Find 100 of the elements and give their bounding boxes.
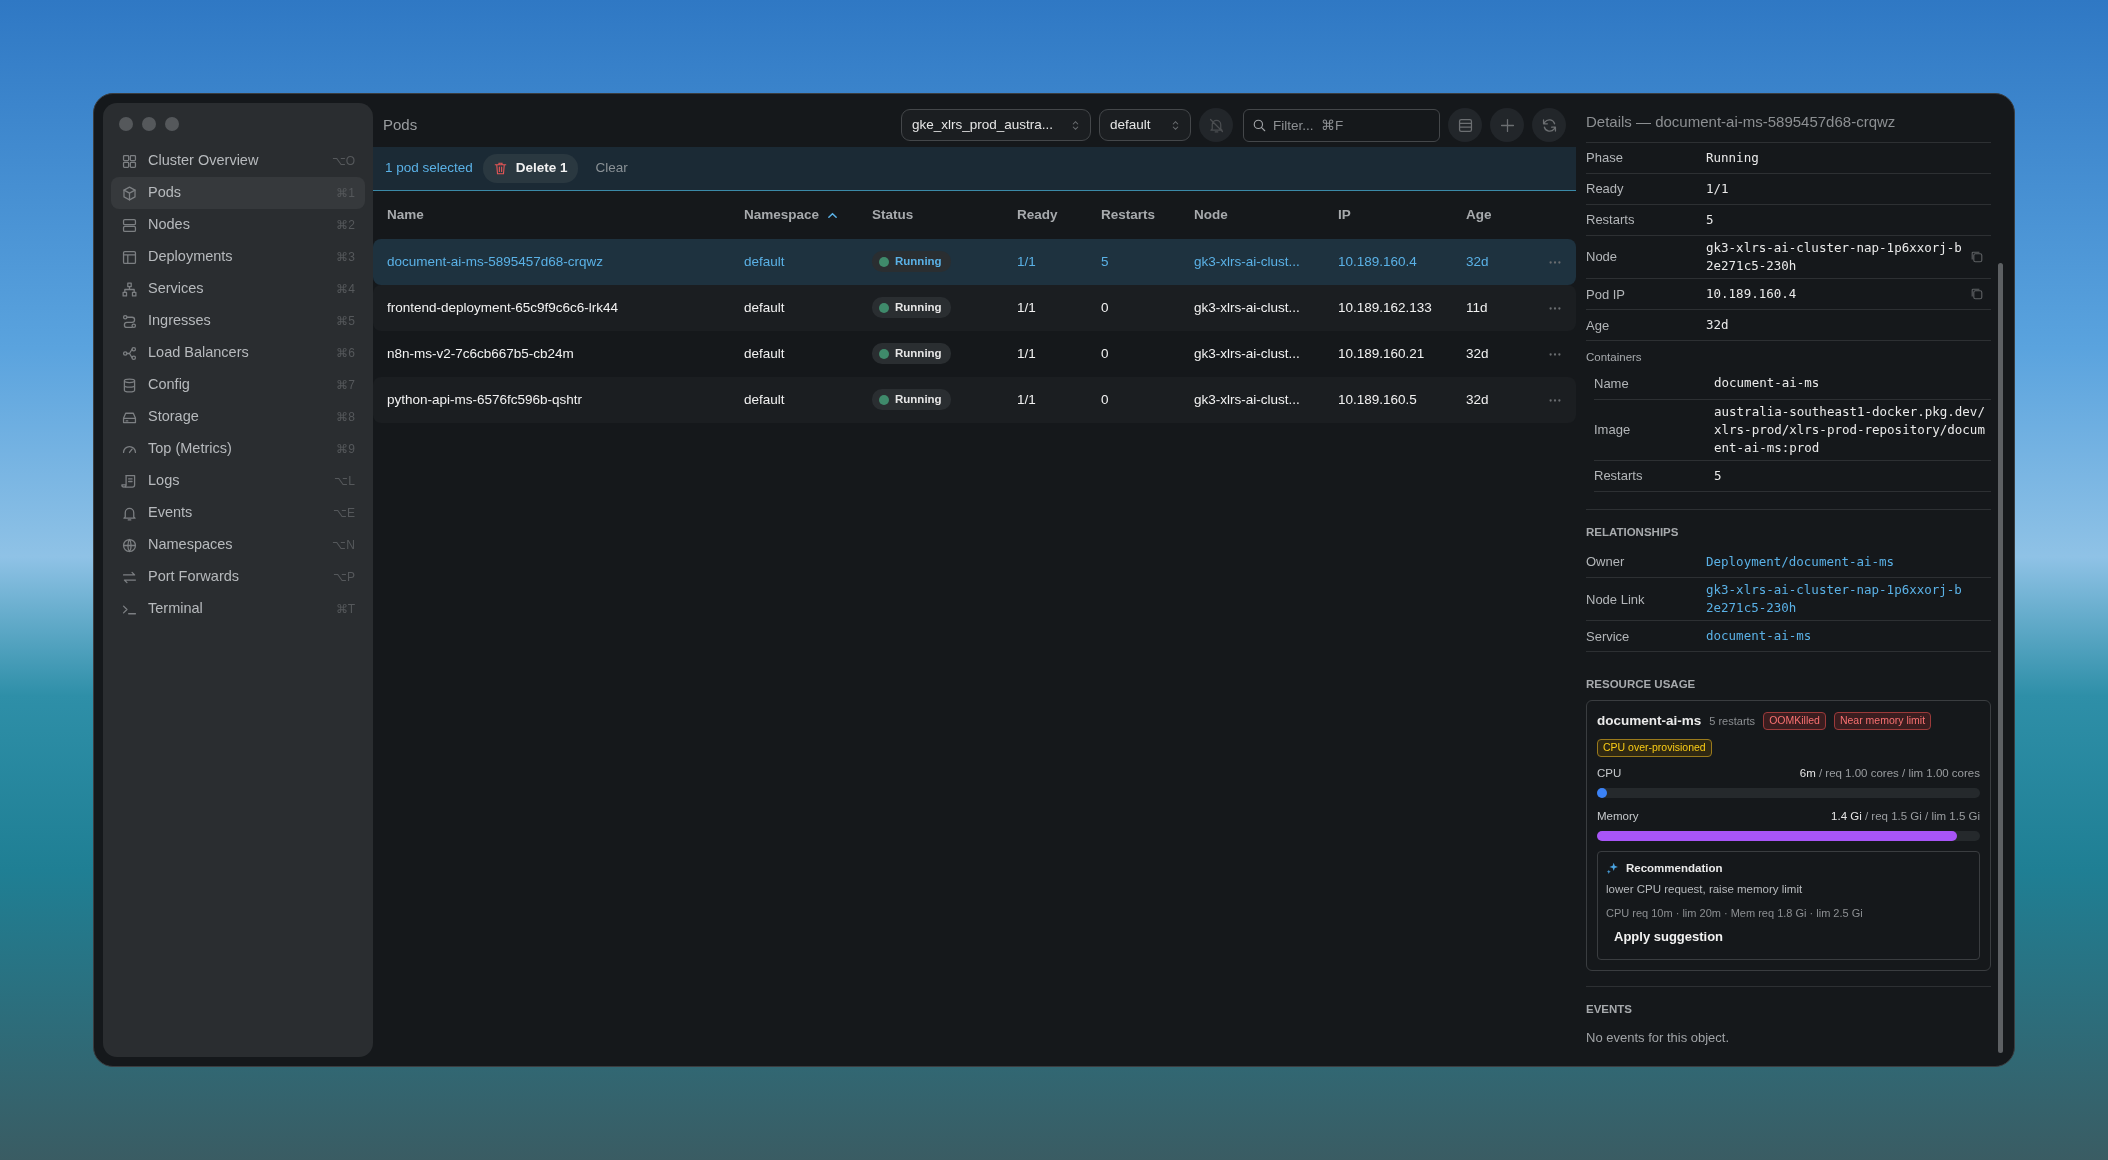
chevrons-icon bbox=[1071, 118, 1080, 132]
panel-title: Details — document-ai-ms-5895457d68-crqwz bbox=[1586, 103, 1991, 143]
column-header[interactable]: Restarts bbox=[1087, 204, 1180, 226]
field-label: Service bbox=[1586, 627, 1631, 646]
field-label: Node bbox=[1586, 248, 1619, 267]
table-cell: gk3-xlrs-ai-clust... bbox=[1194, 253, 1300, 269]
field-link[interactable]: Deployment/document-ai-ms bbox=[1706, 553, 1969, 572]
table-cell: 1/1 bbox=[1017, 345, 1036, 361]
table-cell: default bbox=[744, 299, 785, 315]
recommendation-text: lower CPU request, raise memory limit bbox=[1606, 882, 1804, 898]
field-label: Restarts bbox=[1594, 467, 1644, 486]
status-tag: OOMKilled bbox=[1763, 711, 1826, 730]
network-icon bbox=[121, 344, 138, 362]
table-cell: 1/1 bbox=[1017, 299, 1036, 315]
plus-icon bbox=[1498, 116, 1516, 134]
table-cell: 32d bbox=[1466, 391, 1489, 407]
status-badge: Running bbox=[872, 389, 951, 411]
field-label: Node Link bbox=[1586, 590, 1646, 609]
refresh-button[interactable] bbox=[1532, 108, 1566, 142]
table-cell: 1/1 bbox=[1017, 391, 1036, 407]
route-icon bbox=[121, 312, 138, 330]
table-cell: 10.189.160.21 bbox=[1338, 345, 1425, 361]
field-value: Running bbox=[1706, 148, 1760, 167]
table-cell: gk3-xlrs-ai-clust... bbox=[1194, 345, 1300, 361]
column-header[interactable]: Status bbox=[858, 204, 1003, 226]
meter-reading: 1.4 Gi / req 1.5 Gi / lim 1.5 Gi bbox=[1831, 808, 1980, 824]
column-header[interactable]: Age bbox=[1452, 204, 1538, 226]
apply-button[interactable]: Apply suggestion bbox=[1606, 921, 1732, 953]
table-cell: gk3-xlrs-ai-clust... bbox=[1194, 391, 1300, 407]
refresh-icon bbox=[1540, 116, 1558, 134]
field-link[interactable]: gk3-xlrs-ai-cluster-nap-1p6xxorj-b2e271c5-230h bbox=[1706, 581, 1969, 618]
list-view-button[interactable] bbox=[1448, 108, 1482, 142]
list-icon bbox=[1456, 116, 1474, 134]
table-cell: document-ai-ms-5895457d68-crqwz bbox=[387, 253, 604, 269]
minimize-button[interactable] bbox=[142, 117, 156, 131]
field-label: Owner bbox=[1586, 553, 1626, 572]
page-title: Pods bbox=[383, 114, 418, 135]
clear-button[interactable]: Clear bbox=[587, 154, 636, 183]
namespace-select[interactable]: default bbox=[1099, 109, 1191, 141]
status-badge: Running bbox=[872, 343, 951, 365]
status-badge: Running bbox=[872, 251, 951, 273]
table-cell: 10.189.160.4 bbox=[1338, 253, 1417, 269]
status-tag: CPU over-provisioned bbox=[1597, 738, 1712, 757]
table-cell: 10.189.162.133 bbox=[1338, 299, 1432, 315]
bell-off-icon bbox=[1207, 116, 1225, 134]
restart-count: 5 restarts bbox=[1709, 713, 1756, 729]
chevrons-icon bbox=[1171, 118, 1180, 132]
field-label: Restarts bbox=[1586, 211, 1636, 230]
table-cell: gk3-xlrs-ai-clust... bbox=[1194, 299, 1300, 315]
container-name: document-ai-ms bbox=[1597, 711, 1702, 730]
table-cell: 32d bbox=[1466, 345, 1489, 361]
server-icon bbox=[121, 216, 138, 234]
notifications-button[interactable] bbox=[1199, 108, 1233, 142]
table-cell: 11d bbox=[1466, 299, 1488, 315]
field-value: 32d bbox=[1706, 316, 1730, 335]
meter-label: Memory bbox=[1597, 808, 1639, 824]
table-cell: default bbox=[744, 345, 785, 361]
column-header[interactable]: IP bbox=[1324, 204, 1452, 226]
field-label: Age bbox=[1586, 316, 1611, 335]
field-label: Image bbox=[1594, 420, 1632, 439]
column-header[interactable]: Namespace bbox=[730, 204, 858, 226]
field-link[interactable]: document-ai-ms bbox=[1706, 627, 1969, 646]
scrollbar[interactable] bbox=[1998, 263, 2003, 1053]
status-badge: Running bbox=[872, 297, 951, 319]
grid-icon bbox=[121, 152, 138, 170]
sparkle-icon bbox=[1606, 861, 1620, 876]
selection-count: 1 pod selected bbox=[385, 159, 473, 178]
meter-reading: 6m / req 1.00 cores / lim 1.00 cores bbox=[1799, 765, 1980, 781]
table-cell: frontend-deployment-65c9f9c6c6-lrk44 bbox=[387, 299, 619, 315]
field-value: australia-southeast1-docker.pkg.dev/xlrs-prod/xlrs-prod-repository/document-ai-ms:prod bbox=[1714, 402, 1986, 457]
table-cell: n8n-ms-v2-7c6cb667b5-cb24m bbox=[387, 345, 574, 361]
table-cell: 32d bbox=[1466, 253, 1489, 269]
table-row[interactable]: n8n-ms-v2-7c6cb667b5-cb24m default Running 1/1 0 gk3-xlrs-ai-clust... 10.189.160.21 32d bbox=[373, 331, 1576, 377]
close-button[interactable] bbox=[119, 117, 133, 131]
table-row[interactable]: document-ai-ms-5895457d68-crqwz default Running 1/1 5 gk3-xlrs-ai-clust... 10.189.160.4 32d bbox=[373, 239, 1576, 285]
context-select[interactable]: gke_xlrs_prod_austra... bbox=[901, 109, 1091, 141]
section-heading: RELATIONSHIPS bbox=[1586, 524, 1680, 540]
meter-label: CPU bbox=[1597, 765, 1622, 781]
table-row[interactable]: python-api-ms-6576fc596b-qshtr default Running 1/1 0 gk3-xlrs-ai-clust... 10.189.160.5 32d bbox=[373, 377, 1576, 423]
add-button[interactable] bbox=[1490, 108, 1524, 142]
search-field[interactable]: Filter... ⌘F bbox=[1243, 108, 1440, 142]
table-cell: python-api-ms-6576fc596b-qshtr bbox=[387, 391, 583, 407]
zoom-button[interactable] bbox=[165, 117, 179, 131]
trash-icon bbox=[492, 161, 508, 176]
column-header[interactable]: Node bbox=[1180, 204, 1324, 226]
field-value: gk3-xlrs-ai-cluster-nap-1p6xxorj-b2e271c5-230h bbox=[1706, 239, 1963, 276]
field-value: 5 bbox=[1714, 466, 1723, 485]
table-cell: 0 bbox=[1101, 345, 1109, 361]
field-value: 1/1 bbox=[1706, 179, 1730, 198]
cube-icon bbox=[121, 184, 138, 202]
column-header[interactable]: Ready bbox=[1003, 204, 1087, 226]
field-value: 5 bbox=[1706, 210, 1715, 229]
scroll-icon bbox=[121, 472, 138, 490]
empty-message: No events for this object. bbox=[1586, 1028, 1731, 1047]
column-header[interactable]: Name bbox=[373, 204, 730, 226]
delete-button[interactable]: Delete 1 bbox=[482, 154, 578, 183]
section-heading: EVENTS bbox=[1586, 1001, 1633, 1017]
field-value: 10.189.160.4 bbox=[1706, 285, 1798, 304]
section-label: Containers bbox=[1586, 350, 1643, 366]
table-row[interactable]: frontend-deployment-65c9f9c6c6-lrk44 default Running 1/1 0 gk3-xlrs-ai-clust... 10.189.162.133 11d bbox=[373, 285, 1576, 331]
